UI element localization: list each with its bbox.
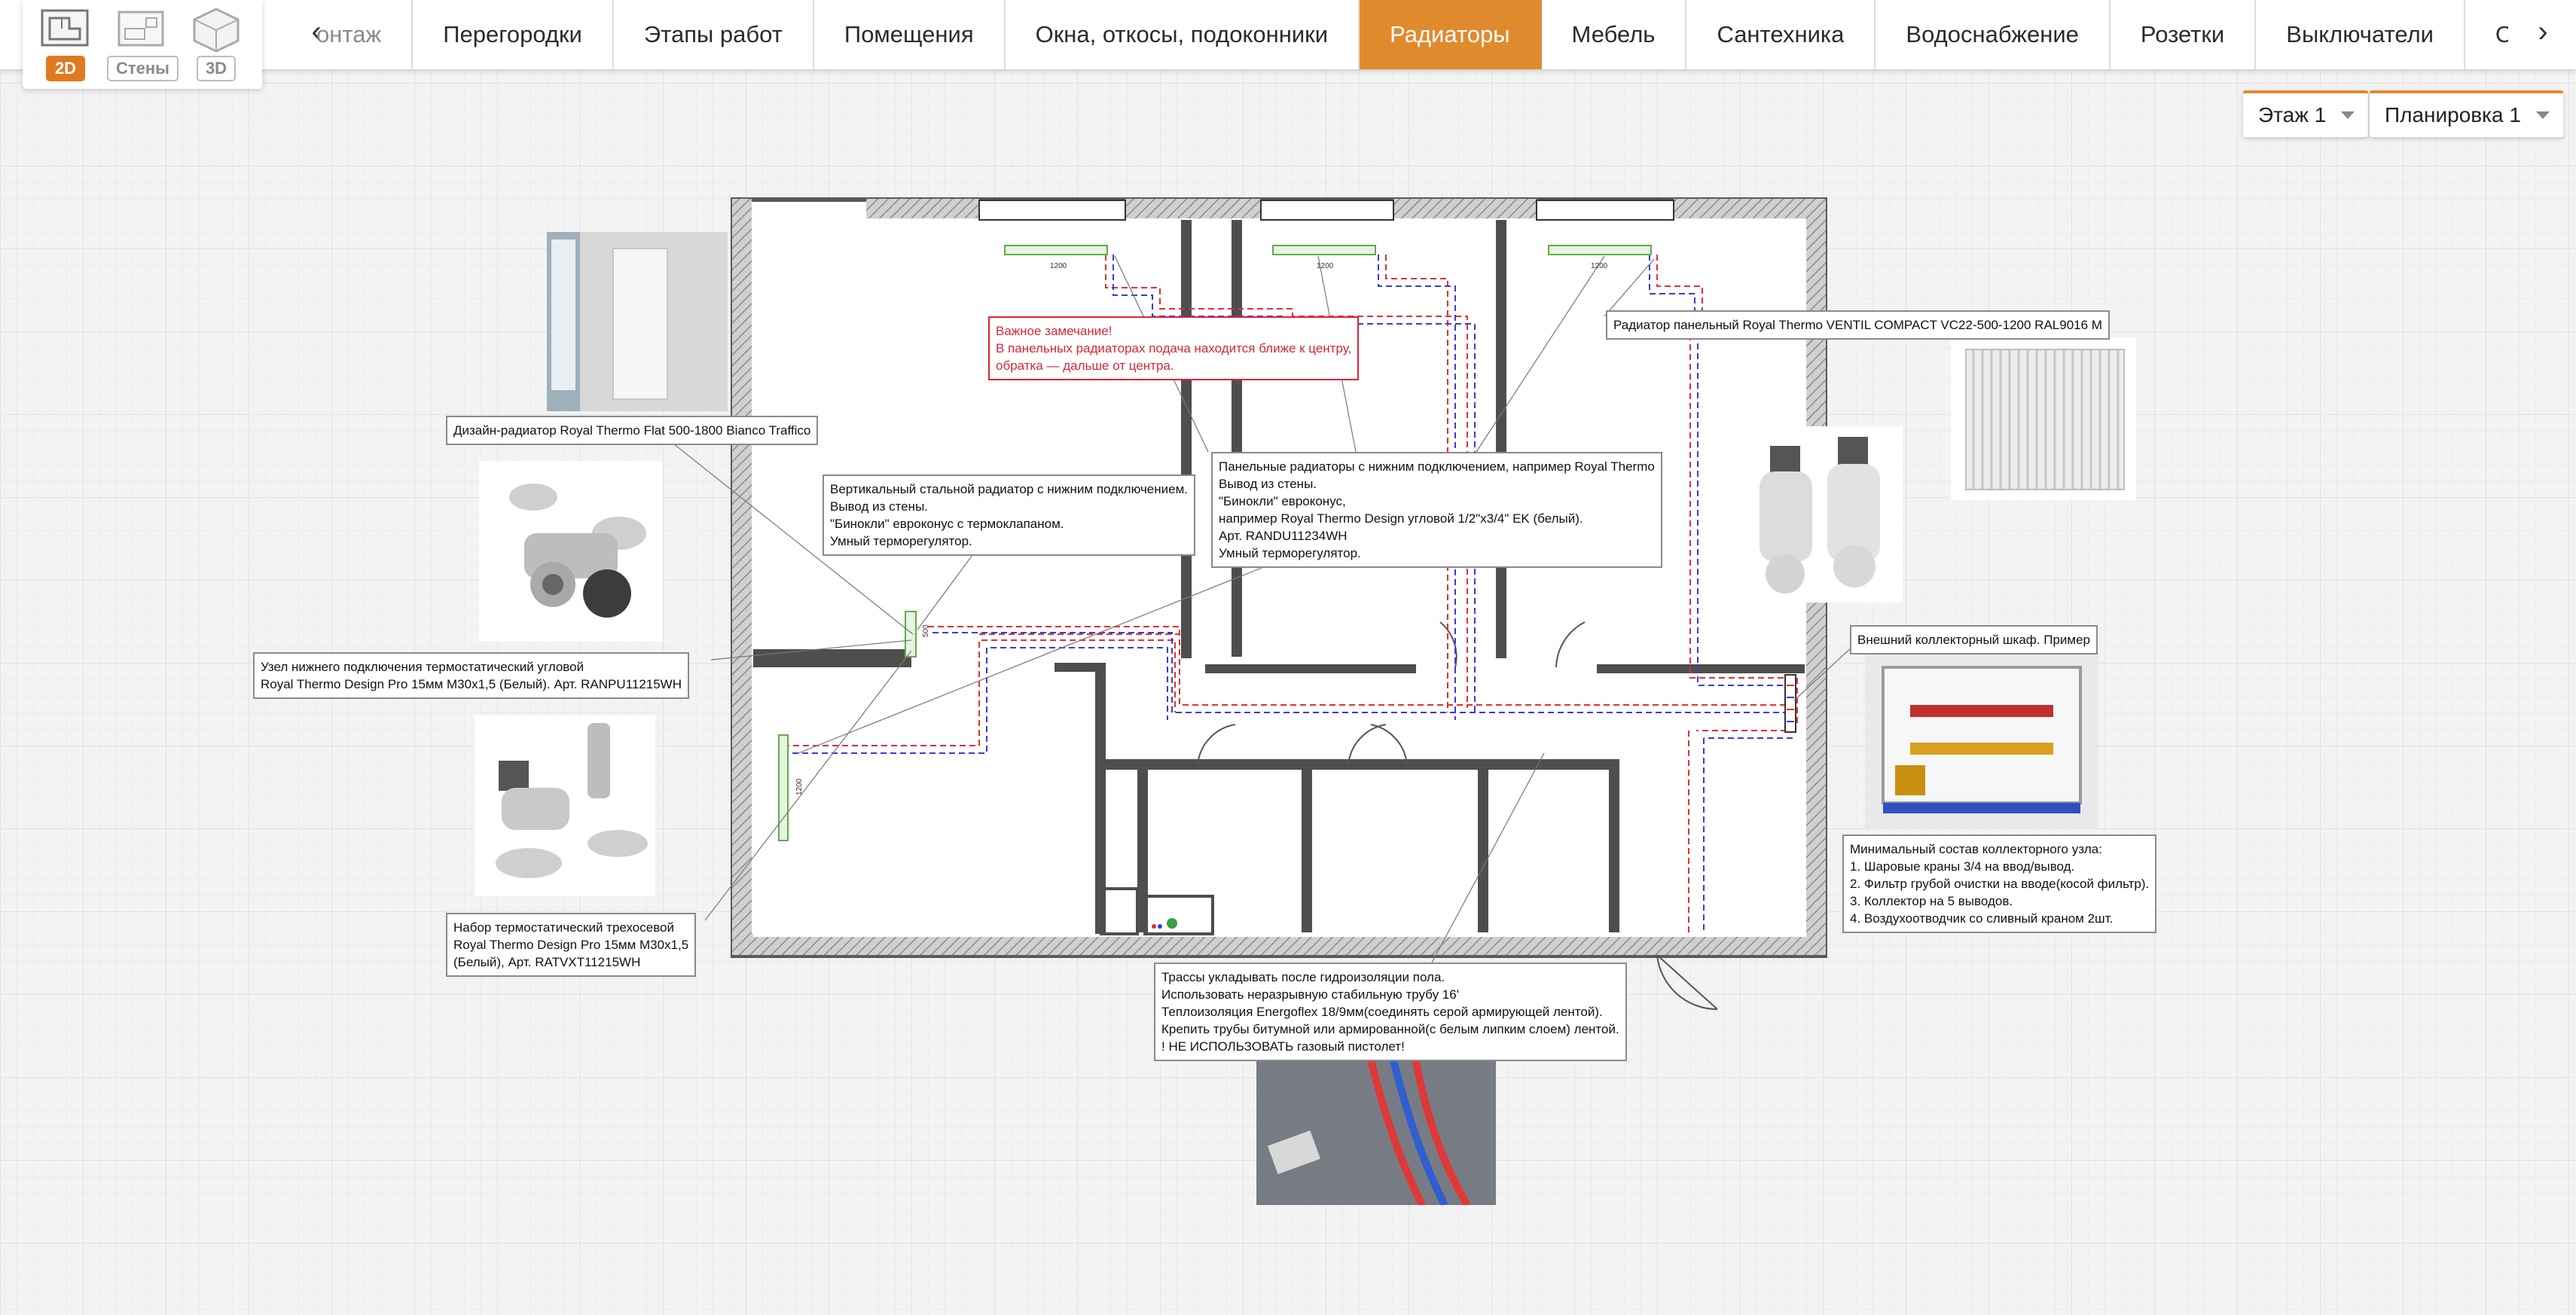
valve-set-image — [475, 715, 655, 896]
tab-lighting[interactable]: Освещ — [2465, 0, 2508, 69]
radiator-vertical[interactable] — [905, 611, 917, 658]
radiator-room-1[interactable] — [1004, 245, 1108, 255]
dim-vertical-a: 500 — [922, 624, 930, 637]
tab-radiators[interactable]: Радиаторы — [1360, 0, 1542, 69]
panel-radiator-photo[interactable] — [1951, 337, 2136, 500]
bottom-node-photo[interactable] — [479, 461, 663, 642]
tabs-scroll-right-button[interactable]: › — [2528, 9, 2558, 59]
tab-rooms[interactable]: Помещения — [814, 0, 1006, 69]
vertical-radiator-note: Вертикальный стальной радиатор с нижним … — [823, 474, 1196, 556]
radiator-room-2[interactable] — [1272, 245, 1376, 255]
collector-manifold[interactable] — [1784, 674, 1796, 733]
tab-partitions[interactable]: Перегородки — [413, 0, 614, 69]
triaxial-set-note: Набор термостатический трехосевой Royal … — [446, 913, 697, 977]
chevron-right-icon: › — [2538, 15, 2548, 48]
layout-select-value: Планировка 1 — [2385, 103, 2521, 127]
floor-select[interactable]: Этаж 1 — [2243, 90, 2369, 137]
radiator-room-3[interactable] — [1548, 245, 1652, 255]
mode-walls-button[interactable]: Стены — [107, 6, 179, 87]
bottom-node-note: Узел нижнего подключения термостатически… — [253, 652, 689, 699]
tab-sockets[interactable]: Розетки — [2111, 0, 2257, 69]
windows — [978, 200, 1674, 221]
tab-windows[interactable]: Окна, откосы, подоконники — [1006, 0, 1360, 69]
layout-select[interactable]: Планировка 1 — [2370, 90, 2563, 137]
panel-radiator-image — [1951, 337, 2136, 500]
valve-node-image — [479, 461, 663, 642]
mode-2d-button[interactable]: 2D — [32, 6, 99, 87]
collector-cabinet-image — [1865, 652, 2098, 828]
collector-cabinet-photo[interactable] — [1865, 652, 2098, 828]
top-toolbar: 2D Стены 3D ‹ онтаж Перегородки Этапы рабо… — [0, 0, 2576, 89]
design-radiator-note: Дизайн-радиатор Royal Thermo Flat 500-18… — [446, 416, 819, 445]
pipes-floor-image — [1256, 1054, 1496, 1205]
panel-radiator-model-note: Радиатор панельный Royal Thermo VENTIL C… — [1606, 310, 2110, 340]
tab-work-stages[interactable]: Этапы работ — [614, 0, 814, 69]
panel-radiators-note: Панельные радиаторы с нижним подключение… — [1211, 452, 1662, 568]
tab-plumbing[interactable]: Сантехника — [1686, 0, 1876, 69]
design-radiator-photo[interactable] — [547, 232, 728, 411]
category-tabs: онтаж Перегородки Этапы работ Помещения Окна… — [316, 0, 2508, 69]
blueprint-icon — [41, 9, 89, 47]
mode-2d-label: 2D — [45, 56, 86, 81]
mode-walls-label: Стены — [107, 56, 179, 81]
collector-minimum-note: Минимальный состав коллекторного узла: 1… — [1842, 834, 2157, 933]
fitting-image — [1725, 426, 1903, 603]
binocular-fitting-photo[interactable] — [1725, 426, 1903, 603]
pipes-note: Трассы укладывать после гидроизоляции по… — [1154, 963, 1627, 1061]
furniture-plan-icon — [118, 11, 164, 47]
view-mode-switcher: 2D Стены 3D — [23, 0, 262, 89]
mode-3d-button[interactable]: 3D — [182, 6, 250, 87]
caret-down-icon — [2535, 111, 2550, 119]
triaxial-set-photo[interactable] — [475, 715, 655, 896]
pipes-floor-photo[interactable] — [1256, 1054, 1496, 1205]
floor-select-value: Этаж 1 — [2258, 103, 2327, 127]
caret-down-icon — [2341, 111, 2355, 119]
dim-room-1: 1200 — [1050, 262, 1067, 270]
tab-water-supply[interactable]: Водоснабжение — [1876, 0, 2111, 69]
collector-cabinet-note: Внешний коллекторный шкаф. Пример — [1850, 625, 2098, 654]
tab-switches[interactable]: Выключатели — [2256, 0, 2465, 69]
radiator-left-wall[interactable] — [778, 734, 789, 841]
tab-montazh[interactable]: онтаж — [316, 0, 414, 69]
radiator-photo-image — [547, 232, 728, 411]
important-note: Важное замечание! В панельных радиаторах… — [988, 316, 1360, 380]
tab-furniture[interactable]: Мебель — [1542, 0, 1687, 69]
cube-3d-icon — [193, 8, 240, 53]
mode-3d-label: 3D — [196, 56, 237, 81]
